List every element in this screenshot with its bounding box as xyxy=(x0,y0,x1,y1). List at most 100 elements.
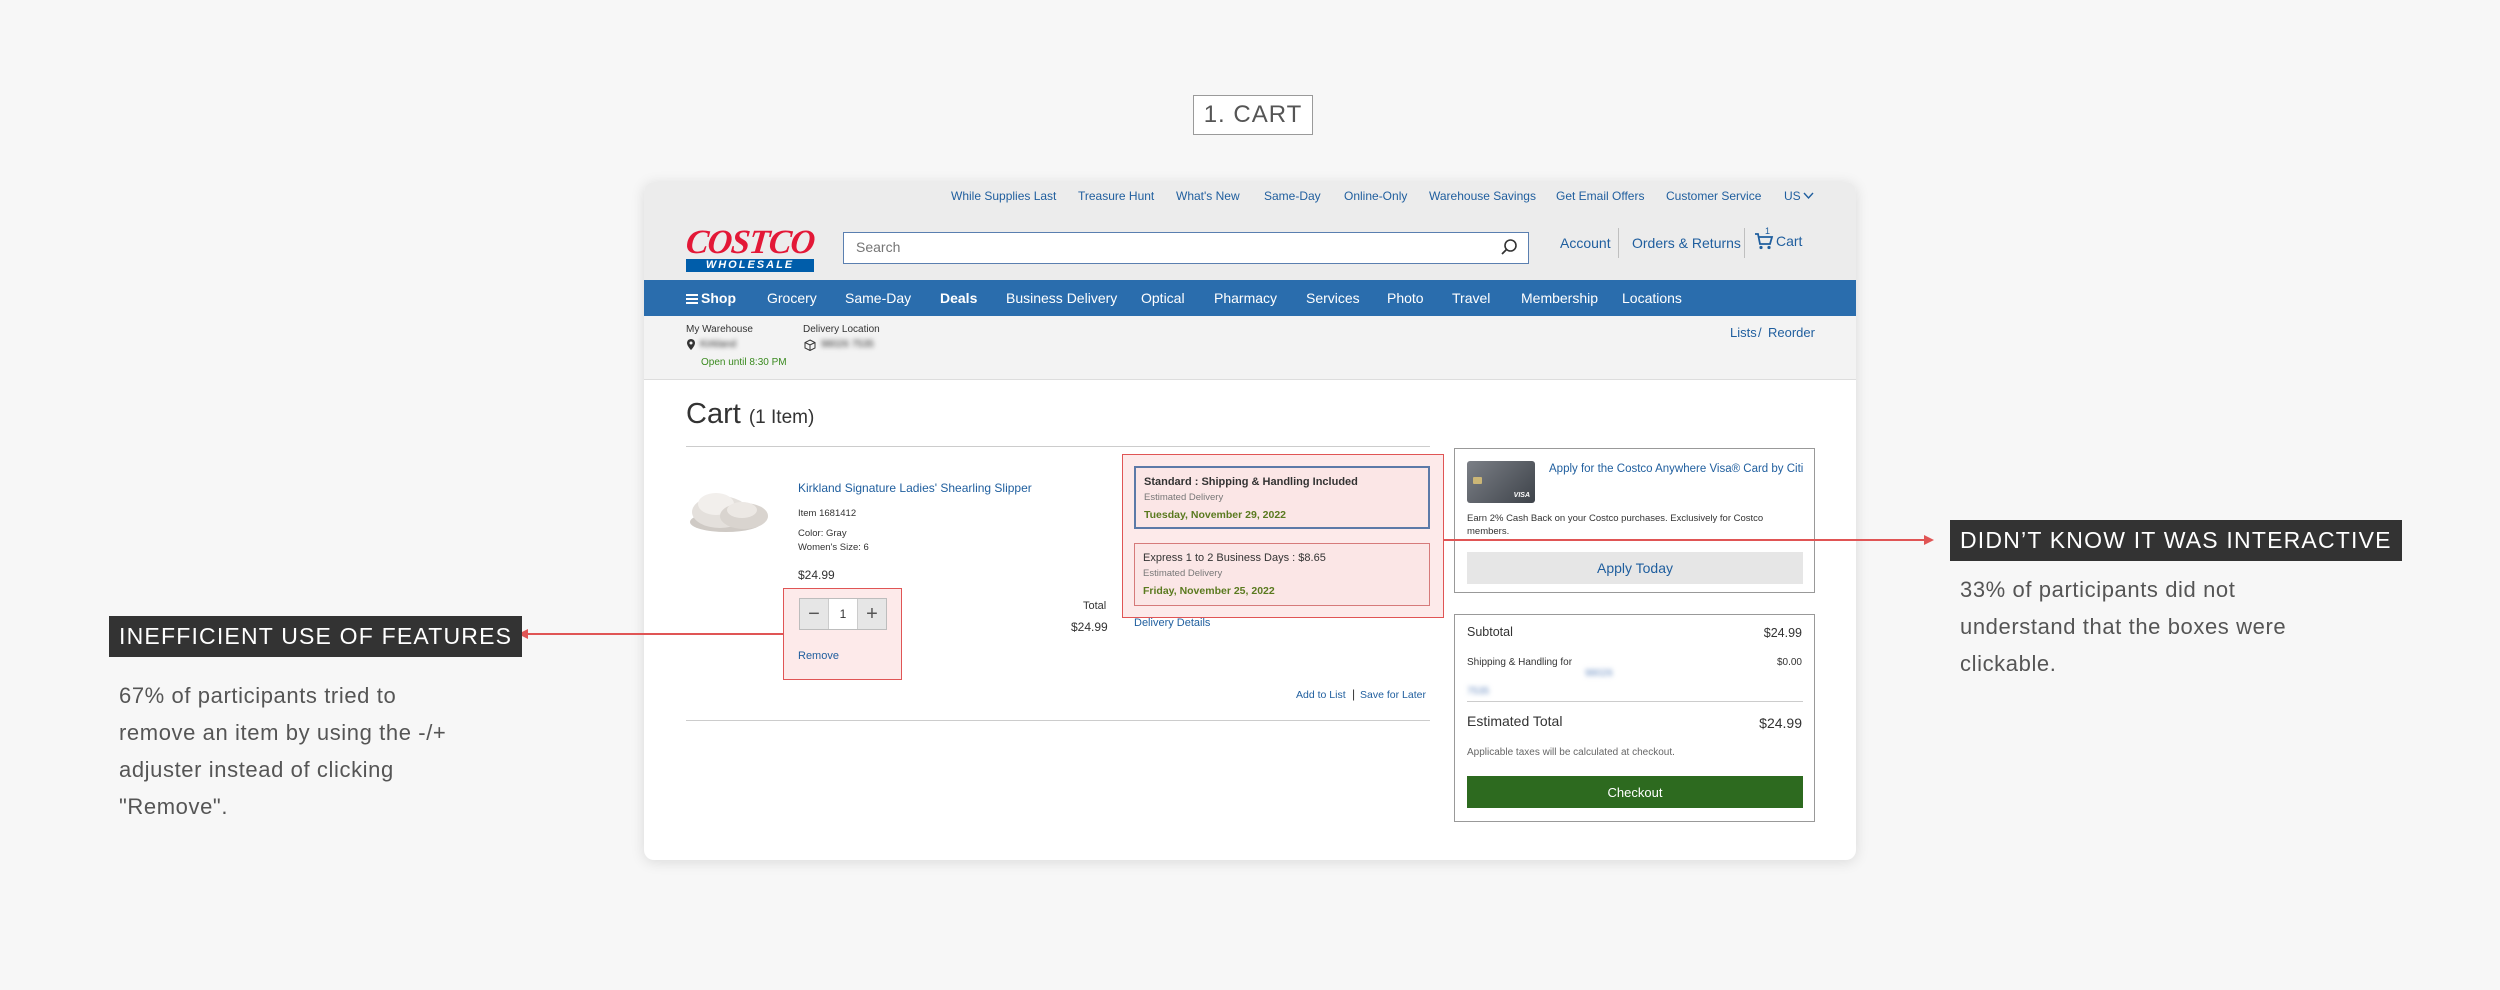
item-total: $24.99 xyxy=(1071,620,1108,634)
header-divider xyxy=(1744,228,1745,258)
country-selector[interactable]: US xyxy=(1784,189,1814,203)
header-divider xyxy=(1618,228,1619,258)
shipping-options-highlight: Standard : Shipping & Handling Included … xyxy=(1122,454,1444,618)
item-size: Women's Size: 6 xyxy=(798,542,869,553)
card-chip-icon xyxy=(1473,477,1482,484)
add-to-list-link[interactable]: Add to List xyxy=(1296,689,1346,701)
minus-icon: − xyxy=(808,602,820,625)
warehouse-label: My Warehouse xyxy=(686,324,753,335)
estimated-total-value: $24.99 xyxy=(1759,715,1802,731)
callout-line: "Remove". xyxy=(119,794,229,819)
shipping-option-express[interactable]: Express 1 to 2 Business Days : $8.65 Est… xyxy=(1134,543,1430,606)
util-link-while-supplies-last[interactable]: While Supplies Last xyxy=(951,189,1056,203)
estimated-total-label: Estimated Total xyxy=(1467,713,1563,729)
search-icon[interactable] xyxy=(1500,238,1518,256)
reorder-link[interactable]: Reorder xyxy=(1768,325,1815,340)
nav-shop-menu[interactable]: Shop xyxy=(686,290,736,306)
decrease-button[interactable]: − xyxy=(800,599,828,629)
credit-card-image: VISA xyxy=(1467,461,1535,503)
shipping-option-standard[interactable]: Standard : Shipping & Handling Included … xyxy=(1134,466,1430,529)
item-number: Item 1681412 xyxy=(798,508,857,519)
link-separator: | xyxy=(1352,687,1356,701)
delivery-zip[interactable]: 98026 7535 xyxy=(821,339,874,350)
search-box xyxy=(843,232,1529,264)
util-link-same-day[interactable]: Same-Day xyxy=(1264,189,1321,203)
util-link-whats-new[interactable]: What's New xyxy=(1176,189,1240,203)
util-link-treasure-hunt[interactable]: Treasure Hunt xyxy=(1078,189,1154,203)
account-link[interactable]: Account xyxy=(1560,235,1611,251)
nav-item-deals[interactable]: Deals xyxy=(940,290,977,306)
chevron-down-icon xyxy=(1803,192,1814,200)
util-link-online-only[interactable]: Online-Only xyxy=(1344,189,1407,203)
cart-label: Cart xyxy=(1776,233,1803,249)
plus-icon: + xyxy=(866,602,878,625)
apply-today-button[interactable]: Apply Today xyxy=(1467,552,1803,584)
slipper-product-image[interactable] xyxy=(686,472,772,536)
search-input[interactable] xyxy=(844,233,1464,261)
divider xyxy=(1467,701,1803,702)
lists-link[interactable]: Lists xyxy=(1730,325,1757,340)
util-link-customer-service[interactable]: Customer Service xyxy=(1666,189,1761,203)
orders-returns-link[interactable]: Orders & Returns xyxy=(1632,235,1741,251)
shipping-zip: 98026 7535 xyxy=(1467,668,1613,697)
nav-item-grocery[interactable]: Grocery xyxy=(767,290,817,306)
delivery-details-link[interactable]: Delivery Details xyxy=(1134,617,1210,629)
right-arrow-head xyxy=(1924,535,1934,545)
cart-link[interactable]: 1 Cart xyxy=(1754,226,1803,250)
order-summary: Subtotal $24.99 Shipping & Handling for … xyxy=(1454,614,1815,822)
shipping-option-date: Friday, November 25, 2022 xyxy=(1143,585,1275,597)
quantity-stepper: − 1 + xyxy=(799,598,887,630)
visa-promo-description: Earn 2% Cash Back on your Costco purchas… xyxy=(1467,513,1764,537)
callout-line: understand that the boxes were xyxy=(1960,614,2287,639)
nav-item-locations[interactable]: Locations xyxy=(1622,290,1682,306)
divider xyxy=(686,446,1430,447)
nav-item-services[interactable]: Services xyxy=(1306,290,1360,306)
step-label: 1. CART xyxy=(1193,95,1313,135)
item-price: $24.99 xyxy=(798,568,835,582)
nav-item-photo[interactable]: Photo xyxy=(1387,290,1424,306)
util-link-warehouse-savings[interactable]: Warehouse Savings xyxy=(1429,189,1536,203)
product-name-link[interactable]: Kirkland Signature Ladies' Shearling Sli… xyxy=(798,481,1032,495)
warehouse-hours: Open until 8:30 PM xyxy=(701,357,787,368)
checkout-button[interactable]: Checkout xyxy=(1467,776,1803,808)
shipping-option-title: Standard : Shipping & Handling Included xyxy=(1144,476,1358,488)
callout-body-not-interactive: 33% of participants did not understand t… xyxy=(1960,571,2286,682)
hamburger-icon xyxy=(686,294,698,304)
nav-item-same-day[interactable]: Same-Day xyxy=(845,290,911,306)
cart-screenshot: While Supplies Last Treasure Hunt What's… xyxy=(644,182,1856,860)
shipping-handling-value: $0.00 xyxy=(1776,657,1802,668)
callout-line: remove an item by using the -/+ xyxy=(119,720,447,745)
package-icon xyxy=(804,339,816,351)
quantity-value[interactable]: 1 xyxy=(828,599,858,629)
nav-item-pharmacy[interactable]: Pharmacy xyxy=(1214,290,1277,306)
callout-line: 67% of participants tried to xyxy=(119,683,397,708)
page-title: Cart (1 Item) xyxy=(686,398,814,431)
warehouse-name[interactable]: Kirkland xyxy=(700,339,736,350)
increase-button[interactable]: + xyxy=(858,599,886,629)
util-link-email-offers[interactable]: Get Email Offers xyxy=(1556,189,1644,203)
shipping-option-date: Tuesday, November 29, 2022 xyxy=(1144,509,1287,521)
visa-promo-title[interactable]: Apply for the Costco Anywhere Visa® Card… xyxy=(1549,462,1804,476)
logo-wordmark: COSTCO xyxy=(684,224,817,261)
total-label: Total xyxy=(1083,600,1107,612)
quantity-highlight: − 1 + Remove xyxy=(783,588,902,680)
item-color: Color: Gray xyxy=(798,528,847,539)
utility-bar: While Supplies Last Treasure Hunt What's… xyxy=(644,182,1856,214)
nav-item-membership[interactable]: Membership xyxy=(1521,290,1598,306)
location-bar: My Warehouse Kirkland Open until 8:30 PM… xyxy=(644,316,1856,380)
nav-item-optical[interactable]: Optical xyxy=(1141,290,1185,306)
callout-body-inefficient: 67% of participants tried to remove an i… xyxy=(119,677,446,825)
subtotal-label: Subtotal xyxy=(1467,625,1513,639)
nav-item-business-delivery[interactable]: Business Delivery xyxy=(1006,290,1117,306)
remove-link[interactable]: Remove xyxy=(798,650,839,662)
nav-shop-label: Shop xyxy=(701,290,736,306)
subtotal-value: $24.99 xyxy=(1763,626,1802,640)
nav-item-travel[interactable]: Travel xyxy=(1452,290,1490,306)
country-label: US xyxy=(1784,189,1801,203)
cart-title-text: Cart xyxy=(686,398,741,430)
shipping-option-title: Express 1 to 2 Business Days : $8.65 xyxy=(1143,552,1326,564)
save-for-later-link[interactable]: Save for Later xyxy=(1360,689,1426,701)
costco-logo[interactable]: COSTCO WHOLESALE xyxy=(684,224,822,272)
callout-line: adjuster instead of clicking xyxy=(119,757,394,782)
shipping-option-subtitle: Estimated Delivery xyxy=(1144,492,1224,503)
